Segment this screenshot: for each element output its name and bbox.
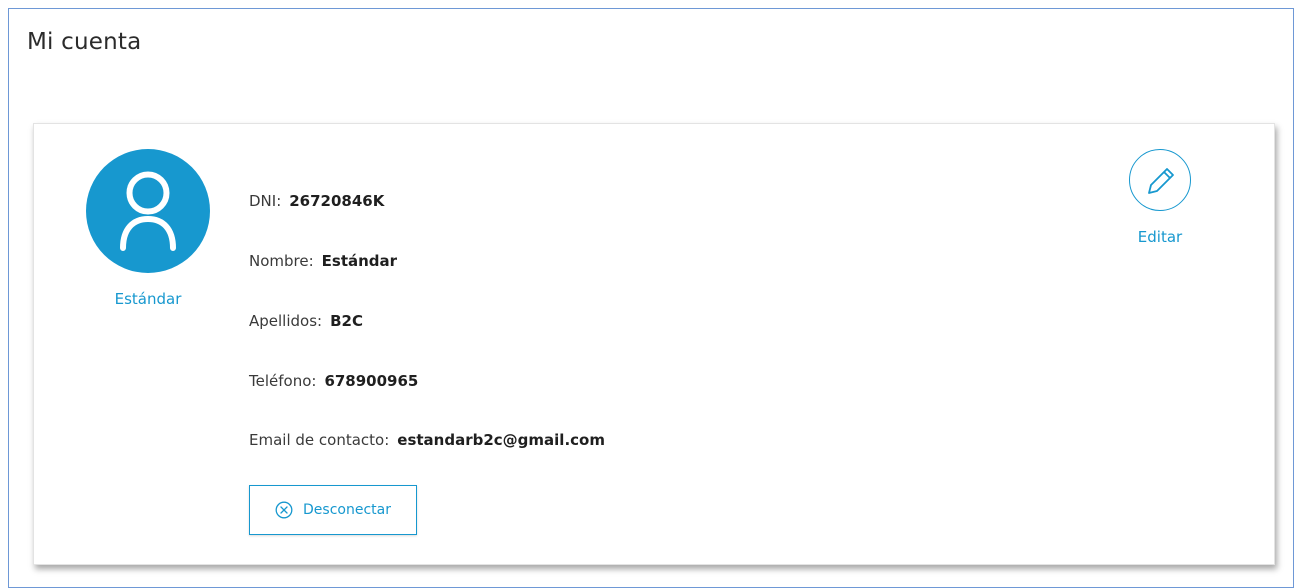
field-email-label: Email de contacto: <box>249 431 390 449</box>
close-circle-icon <box>275 501 293 519</box>
page-title: Mi cuenta <box>27 29 142 55</box>
field-dni-value: 26720846K <box>289 192 385 210</box>
field-telefono-label: Teléfono: <box>249 372 317 390</box>
user-icon <box>120 171 176 251</box>
field-dni: DNI: 26720846K <box>249 192 384 210</box>
field-email: Email de contacto: estandarb2c@gmail.com <box>249 431 605 449</box>
field-nombre-value: Estándar <box>321 252 398 270</box>
logout-button-label: Desconectar <box>303 502 391 518</box>
field-telefono-value: 678900965 <box>324 372 419 390</box>
account-panel: Mi cuenta Estándar DNI: 26720846K Nombre:… <box>8 8 1294 588</box>
edit-button[interactable] <box>1129 149 1191 211</box>
avatar <box>86 149 210 273</box>
logout-button[interactable]: Desconectar <box>249 485 417 535</box>
avatar-name: Estándar <box>114 290 182 308</box>
field-dni-label: DNI: <box>249 192 282 210</box>
pencil-icon <box>1148 168 1174 194</box>
field-apellidos-label: Apellidos: <box>249 312 323 330</box>
field-apellidos-value: B2C <box>330 312 363 330</box>
field-nombre: Nombre: Estándar <box>249 252 397 270</box>
field-apellidos: Apellidos: B2C <box>249 312 363 330</box>
field-telefono: Teléfono: 678900965 <box>249 372 418 390</box>
field-email-value: estandarb2c@gmail.com <box>397 431 605 449</box>
edit-label[interactable]: Editar <box>1115 228 1205 246</box>
profile-card: Estándar DNI: 26720846K Nombre: Estándar A… <box>33 123 1275 565</box>
field-nombre-label: Nombre: <box>249 252 314 270</box>
